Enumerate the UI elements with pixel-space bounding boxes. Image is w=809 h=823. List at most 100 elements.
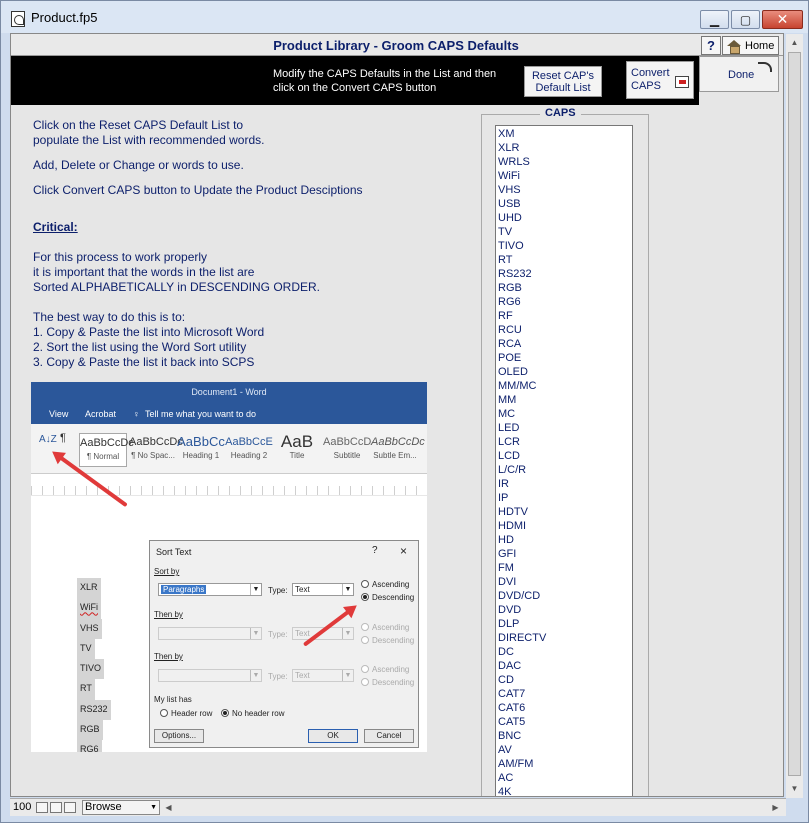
home-button[interactable]: Home [722, 36, 779, 55]
reset-caps-button[interactable]: Reset CAP's Default List [524, 66, 602, 97]
zoom-out-icon[interactable] [36, 802, 48, 813]
maximize-button[interactable]: ▢ [731, 10, 760, 29]
caps-list-item[interactable]: AC [498, 771, 630, 785]
caps-list-item[interactable]: TIVO [498, 239, 630, 253]
instruction-text: Click Convert CAPS button to Update the … [33, 183, 363, 197]
caps-list-item[interactable]: BNC [498, 729, 630, 743]
caps-list-item[interactable]: CAT7 [498, 687, 630, 701]
header-row-radio [160, 709, 168, 717]
dialog-label: No header row [232, 709, 285, 718]
zoom-level[interactable]: 100 [13, 801, 31, 813]
caps-list-item[interactable]: POE [498, 351, 630, 365]
instruction-block: For this process to work properly it is … [33, 250, 320, 295]
ok-button: OK [308, 729, 358, 743]
caps-list-item[interactable]: XLR [498, 141, 630, 155]
minimize-button[interactable]: ▁ [700, 10, 729, 29]
caps-list-item[interactable]: LED [498, 421, 630, 435]
caps-list-item[interactable]: UHD [498, 211, 630, 225]
caps-list-item[interactable]: CAT5 [498, 715, 630, 729]
caps-list-item[interactable]: MC [498, 407, 630, 421]
caps-list-item[interactable]: HDMI [498, 519, 630, 533]
caps-list-item[interactable]: RCA [498, 337, 630, 351]
sort-by-value: Paragraphs [161, 585, 207, 594]
scroll-thumb[interactable] [788, 52, 801, 776]
sort-by-select: Paragraphs ▼ [158, 583, 262, 596]
convert-caps-button[interactable]: Convert CAPS [626, 61, 694, 99]
caps-list-item[interactable]: AV [498, 743, 630, 757]
caps-list-item[interactable]: DVI [498, 575, 630, 589]
scroll-up-icon[interactable]: ▲ [786, 34, 803, 51]
mode-select[interactable]: Browse [82, 800, 160, 815]
scroll-left-icon[interactable]: ◀ [160, 799, 177, 816]
caps-list-item[interactable]: RG6 [498, 295, 630, 309]
caps-list-item[interactable]: CAT6 [498, 701, 630, 715]
caps-list-item[interactable]: CD [498, 673, 630, 687]
caps-list-item[interactable]: DC [498, 645, 630, 659]
descending-radio [361, 678, 369, 686]
vertical-scrollbar[interactable]: ▲ ▼ [786, 34, 803, 798]
caps-list-item[interactable]: MM/MC [498, 379, 630, 393]
caps-list-item[interactable]: WRLS [498, 155, 630, 169]
dialog-label: Ascending [372, 580, 410, 589]
caps-list-item[interactable]: HD [498, 533, 630, 547]
ascending-radio [361, 665, 369, 673]
caps-list-item[interactable]: GFI [498, 547, 630, 561]
caps-list-item[interactable]: RGB [498, 281, 630, 295]
type-value: Text [295, 585, 310, 594]
dialog-label: Descending [372, 678, 415, 687]
caps-list-item[interactable]: FM [498, 561, 630, 575]
word-doc-line: XLR [77, 578, 101, 599]
caps-list-item[interactable]: VHS [498, 183, 630, 197]
close-button[interactable]: ✕ [762, 10, 803, 29]
then-type-value: Text [295, 671, 310, 680]
caps-list-item[interactable]: DVD [498, 603, 630, 617]
status-toggle-icon[interactable] [64, 802, 76, 813]
caps-list-item[interactable]: DAC [498, 659, 630, 673]
caps-list-item[interactable]: IR [498, 477, 630, 491]
word-style-name: Title [289, 451, 305, 460]
caps-list-item[interactable]: XM [498, 127, 630, 141]
caps-list-item[interactable]: TV [498, 225, 630, 239]
sort-icon: A↓Z [39, 434, 57, 445]
caps-list-item[interactable]: IP [498, 491, 630, 505]
caps-list-item[interactable]: HDTV [498, 505, 630, 519]
done-button[interactable]: Done [699, 56, 779, 92]
word-ruler [31, 486, 427, 496]
caps-list-item[interactable]: RS232 [498, 267, 630, 281]
zoom-in-icon[interactable] [50, 802, 62, 813]
caps-list-item[interactable]: AM/FM [498, 757, 630, 771]
chevron-down-icon: ▼ [342, 670, 353, 681]
horizontal-scrollbar[interactable]: ◀ ▶ [160, 800, 784, 816]
caps-list-item[interactable]: 4K [498, 785, 630, 796]
caps-list-item[interactable]: L/C/R [498, 463, 630, 477]
dialog-label: My list has [154, 695, 192, 704]
word-menu-item: Tell me what you want to do [145, 409, 257, 419]
caps-list-item[interactable]: MM [498, 393, 630, 407]
caps-list-item[interactable]: DIRECTV [498, 631, 630, 645]
action-message: Modify the CAPS Defaults in the List and… [273, 67, 513, 95]
caps-list-item[interactable]: LCD [498, 449, 630, 463]
caps-list-item[interactable]: LCR [498, 435, 630, 449]
caps-list-item[interactable]: OLED [498, 365, 630, 379]
help-button[interactable]: ? [701, 36, 721, 55]
word-document-list: XLR WiFi VHS TV TIVO RT RS232 RGB RG6 [77, 578, 111, 752]
type-select: Text ▼ [292, 583, 354, 596]
caps-list-item[interactable]: RT [498, 253, 630, 267]
dialog-label: Ascending [372, 665, 410, 674]
scroll-down-icon[interactable]: ▼ [786, 780, 803, 797]
caps-list-item[interactable]: USB [498, 197, 630, 211]
options-button: Options... [154, 729, 204, 743]
word-doc-line: RT [77, 679, 95, 700]
caps-list-item[interactable]: RCU [498, 323, 630, 337]
caps-list-item[interactable]: RF [498, 309, 630, 323]
caps-list-item[interactable]: DLP [498, 617, 630, 631]
scroll-right-icon[interactable]: ▶ [767, 799, 784, 816]
instruction-text: 1. Copy & Paste the list into Microsoft … [33, 325, 265, 339]
ascending-radio [361, 623, 369, 631]
chevron-down-icon: ▼ [250, 628, 261, 639]
caps-list-item[interactable]: DVD/CD [498, 589, 630, 603]
caps-list-field[interactable]: XM XLR WRLS WiFi VHS USB UHD TV TIVO RT RS232 RGB RG… [495, 125, 633, 796]
instruction-block: Click on the Reset CAPS Default List to … [33, 118, 264, 148]
caps-list-item[interactable]: WiFi [498, 169, 630, 183]
instruction-text: For this process to work properly [33, 250, 208, 264]
